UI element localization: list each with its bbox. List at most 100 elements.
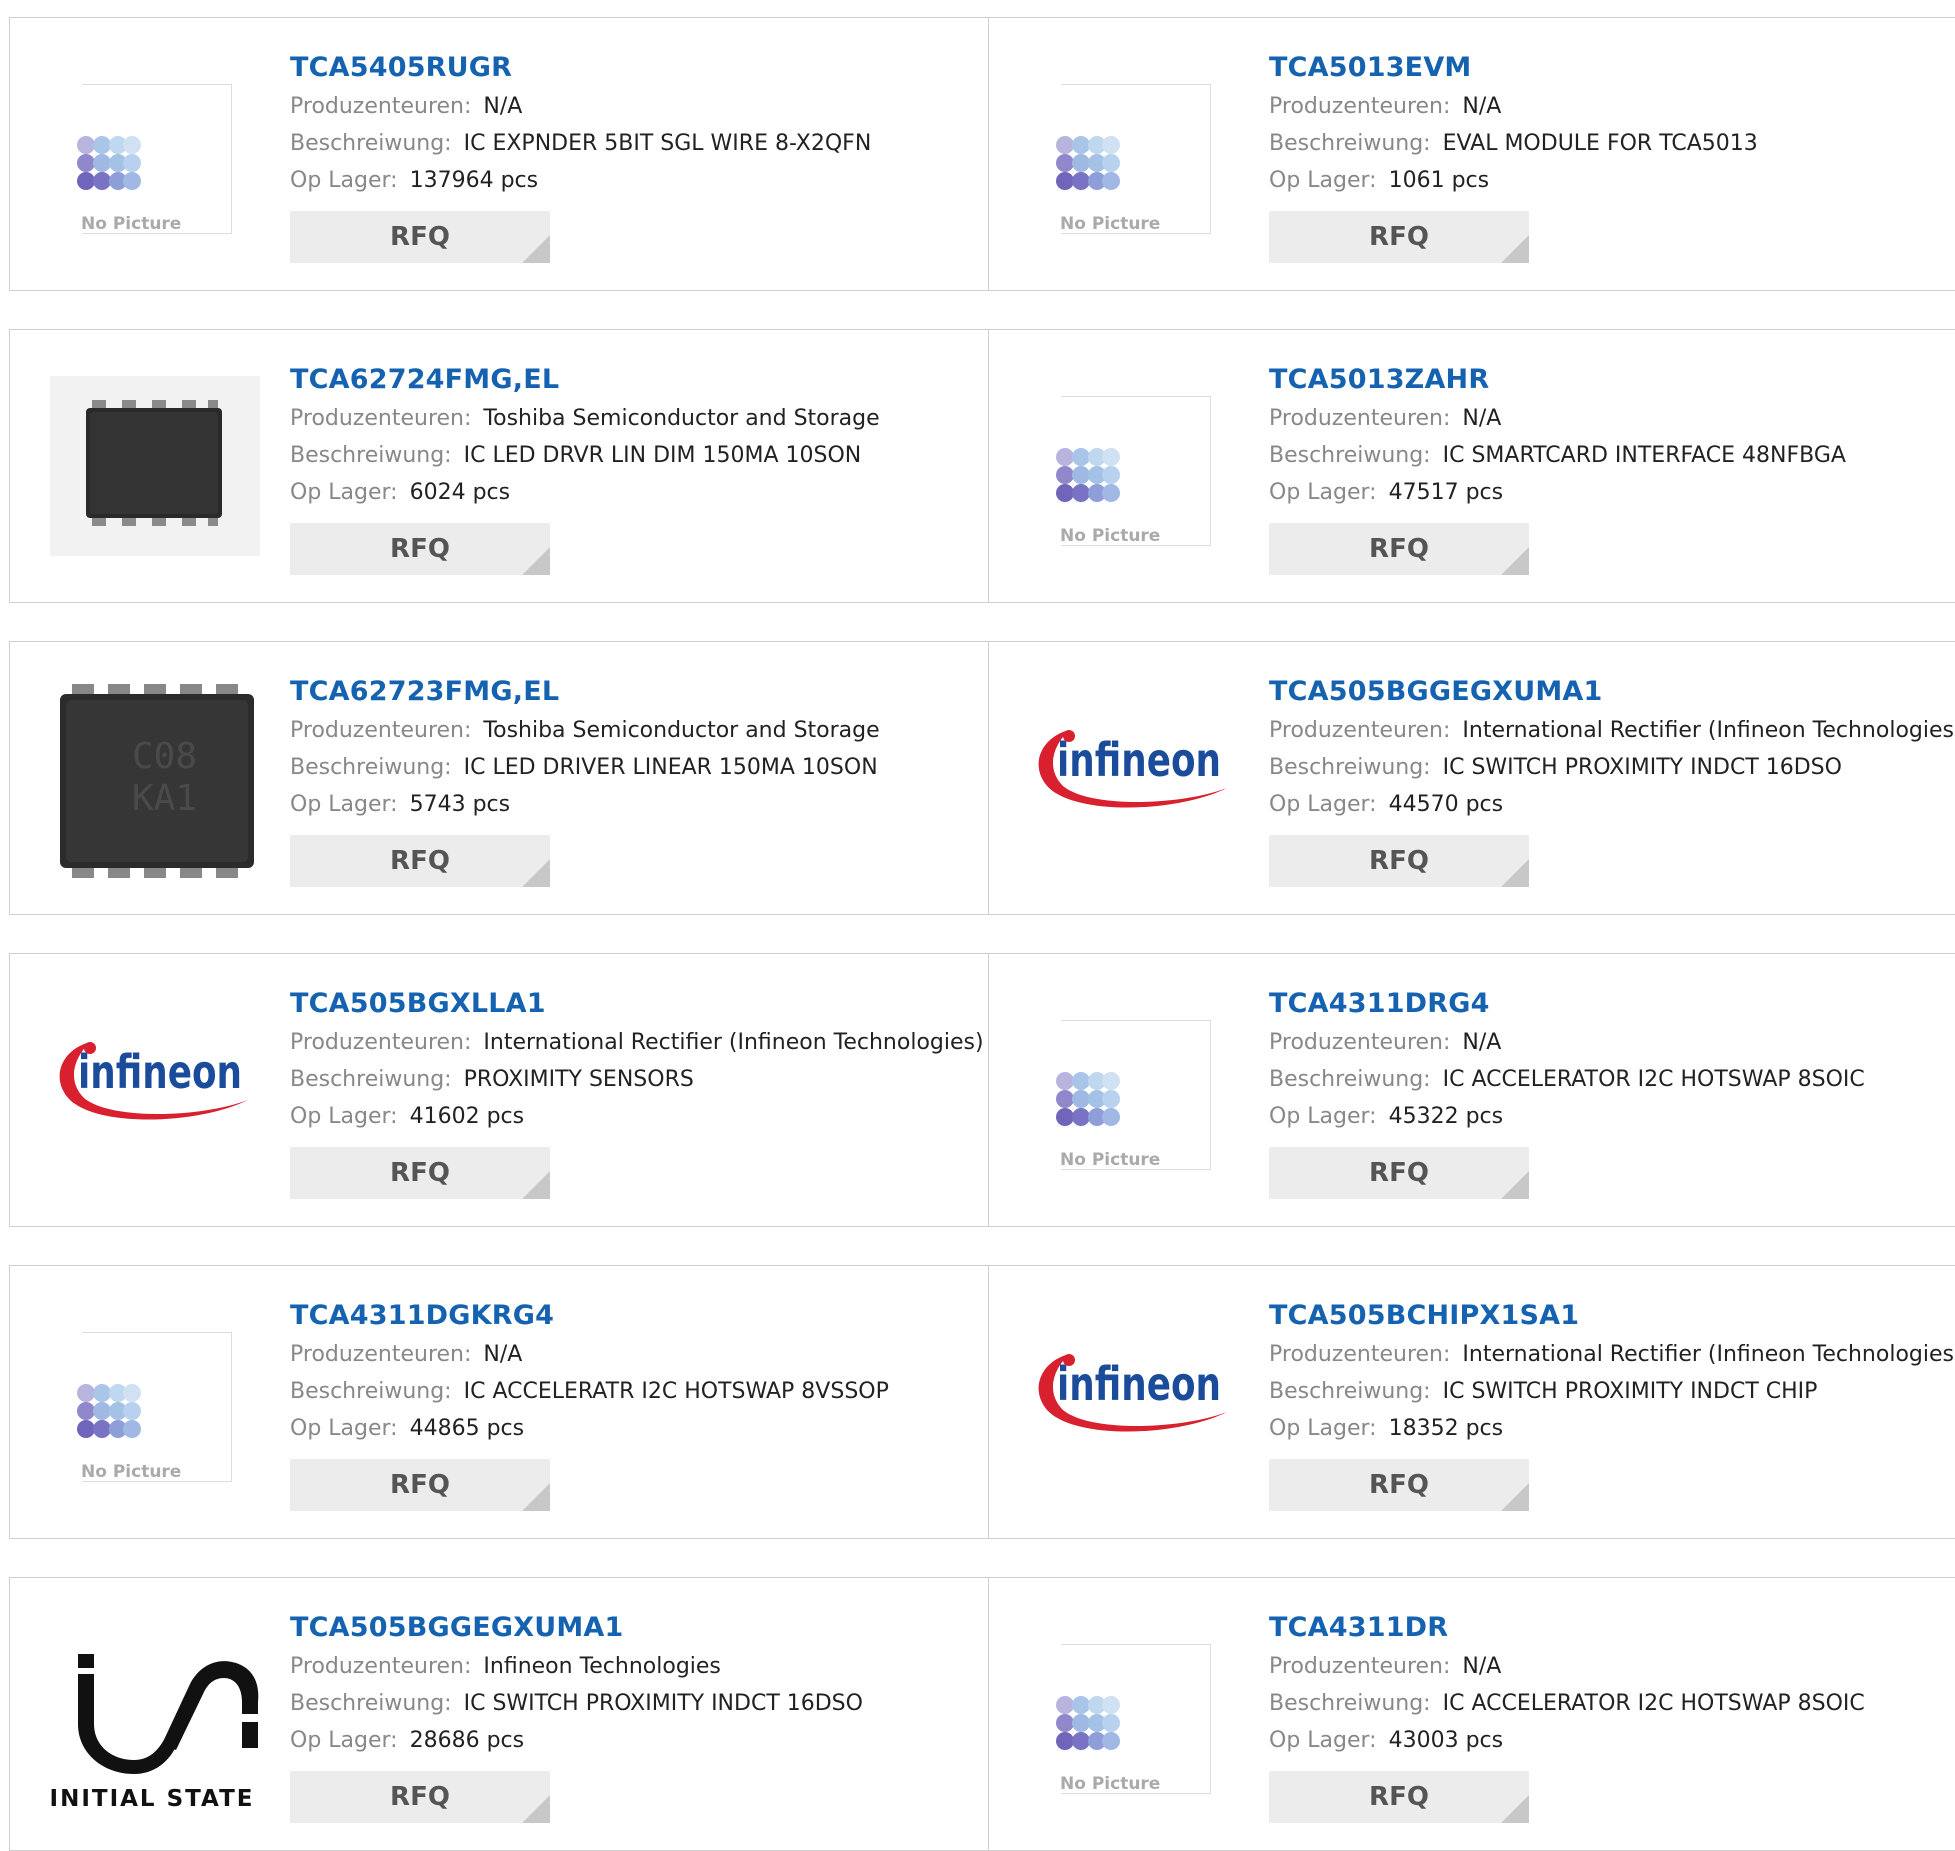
part-number-link[interactable]: TCA5013EVM <box>1269 48 1955 88</box>
rfq-button[interactable]: RFQ <box>290 1771 550 1823</box>
manufacturer-value: N/A <box>483 94 523 119</box>
stock-label: Op Lager: <box>290 792 398 817</box>
rfq-label: RFQ <box>1369 534 1429 564</box>
stock-label: Op Lager: <box>1269 480 1377 505</box>
manufacturer-value: Toshiba Semiconductor and Storage <box>483 406 880 431</box>
stock-row: Op Lager: 41602 pcs <box>290 1098 988 1135</box>
manufacturer-row: Produzenteuren: N/A <box>290 1336 988 1373</box>
manufacturer-value: Infineon Technologies <box>483 1654 721 1679</box>
part-number-link[interactable]: TCA62723FMG,EL <box>290 672 988 712</box>
rfq-label: RFQ <box>390 222 450 252</box>
rfq-button[interactable]: RFQ <box>1269 523 1529 575</box>
part-number-link[interactable]: TCA505BGXLLA1 <box>290 984 988 1024</box>
corner-triangle-icon <box>1501 859 1529 887</box>
product-info: TCA62724FMG,EL Produzenteuren: Toshiba Sem… <box>290 360 988 575</box>
rfq-button[interactable]: RFQ <box>290 211 550 263</box>
rfq-button[interactable]: RFQ <box>1269 1771 1529 1823</box>
product-thumbnail[interactable]: No Picture <box>50 64 260 244</box>
manufacturer-label: Produzenteuren: <box>290 406 472 431</box>
part-number-link[interactable]: TCA505BGGEGXUMA1 <box>1269 672 1955 712</box>
corner-triangle-icon <box>1501 1171 1529 1199</box>
stock-value: 43003 pcs <box>1388 1728 1504 1753</box>
description-row: Beschreiwung: IC SWITCH PROXIMITY INDCT C… <box>1269 1373 1955 1410</box>
corner-triangle-icon <box>1501 1795 1529 1823</box>
rfq-button[interactable]: RFQ <box>1269 211 1529 263</box>
part-number-link[interactable]: TCA5013ZAHR <box>1269 360 1955 400</box>
rfq-button[interactable]: RFQ <box>290 1459 550 1511</box>
manufacturer-label: Produzenteuren: <box>1269 406 1451 431</box>
rfq-button[interactable]: RFQ <box>290 835 550 887</box>
product-thumbnail[interactable]: No Picture <box>1029 1000 1239 1180</box>
product-thumbnail[interactable]: No Picture <box>1029 376 1239 556</box>
part-number-link[interactable]: TCA505BCHIPX1SA1 <box>1269 1296 1955 1336</box>
rfq-label: RFQ <box>390 1470 450 1500</box>
product-thumbnail[interactable]: No Picture <box>1029 64 1239 244</box>
product-row: INITIAL STATE TCA505BGGEGXUMA1 Produzente… <box>9 1577 1955 1851</box>
stock-label: Op Lager: <box>1269 1416 1377 1441</box>
product-thumbnail[interactable]: infineon <box>1029 688 1239 868</box>
product-thumbnail[interactable]: C08 KA1 <box>42 670 272 890</box>
stock-label: Op Lager: <box>290 480 398 505</box>
manufacturer-label: Produzenteuren: <box>290 94 472 119</box>
product-info: TCA505BGGEGXUMA1 Produzenteuren: Internati… <box>1269 672 1955 887</box>
rfq-button[interactable]: RFQ <box>290 523 550 575</box>
product-card: No Picture TCA4311DRG4 Produzenteuren: N/A… <box>989 954 1955 1226</box>
product-info: TCA62723FMG,EL Produzenteuren: Toshiba Sem… <box>290 672 988 887</box>
product-card: No Picture TCA4311DGKRG4 Produzenteuren: N… <box>10 1266 989 1538</box>
no-picture-icon <box>77 136 141 190</box>
product-card: infineon TCA505BGGEGXUMA1 Produzenteuren:… <box>989 642 1955 914</box>
corner-triangle-icon <box>522 1483 550 1511</box>
description-value: IC SMARTCARD INTERFACE 48NFBGA <box>1442 443 1846 468</box>
product-thumbnail[interactable]: INITIAL STATE <box>50 1624 260 1812</box>
rfq-label: RFQ <box>390 1782 450 1812</box>
rfq-button[interactable]: RFQ <box>290 1147 550 1199</box>
description-label: Beschreiwung: <box>1269 1379 1431 1404</box>
stock-row: Op Lager: 44865 pcs <box>290 1410 988 1447</box>
manufacturer-label: Produzenteuren: <box>290 1654 472 1679</box>
product-card: No Picture TCA5013ZAHR Produzenteuren: N/A… <box>989 330 1955 602</box>
product-row: infineon TCA505BGXLLA1 Produzenteuren: Int… <box>9 953 1955 1227</box>
infineon-logo: infineon <box>59 1042 248 1120</box>
initial-state-logo: INITIAL STATE <box>50 1654 259 1812</box>
product-thumbnail[interactable]: infineon <box>1029 1312 1239 1492</box>
description-value: EVAL MODULE FOR TCA5013 <box>1442 131 1758 156</box>
stock-row: Op Lager: 47517 pcs <box>1269 474 1955 511</box>
product-card: infineon TCA505BGXLLA1 Produzenteuren: Int… <box>10 954 989 1226</box>
part-number-link[interactable]: TCA5405RUGR <box>290 48 988 88</box>
manufacturer-value: N/A <box>483 1342 523 1367</box>
rfq-label: RFQ <box>390 534 450 564</box>
product-info: TCA4311DRG4 Produzenteuren: N/A Beschreiwun… <box>1269 984 1955 1199</box>
stock-value: 18352 pcs <box>1388 1416 1504 1441</box>
part-number-link[interactable]: TCA4311DR <box>1269 1608 1955 1648</box>
stock-row: Op Lager: 5743 pcs <box>290 786 988 823</box>
product-info: TCA5013EVM Produzenteuren: N/A Beschreiwung… <box>1269 48 1955 263</box>
no-picture-label: No Picture <box>1060 1774 1161 1794</box>
manufacturer-label: Produzenteuren: <box>290 1030 472 1055</box>
part-number-link[interactable]: TCA62724FMG,EL <box>290 360 988 400</box>
stock-value: 1061 pcs <box>1388 168 1490 193</box>
part-number-link[interactable]: TCA4311DGKRG4 <box>290 1296 988 1336</box>
product-thumbnail[interactable]: No Picture <box>50 1312 260 1492</box>
manufacturer-row: Produzenteuren: N/A <box>1269 1648 1955 1685</box>
product-thumbnail[interactable]: infineon <box>50 1000 260 1180</box>
product-info: TCA505BCHIPX1SA1 Produzenteuren: Internati… <box>1269 1296 1955 1511</box>
no-picture-icon <box>1056 448 1120 502</box>
product-row: No Picture TCA4311DGKRG4 Produzenteuren: N… <box>9 1265 1955 1539</box>
product-thumbnail[interactable]: No Picture <box>1029 1624 1239 1804</box>
stock-row: Op Lager: 1061 pcs <box>1269 162 1955 199</box>
description-label: Beschreiwung: <box>1269 1691 1431 1716</box>
product-thumbnail[interactable] <box>50 376 260 556</box>
description-row: Beschreiwung: IC ACCELERATOR I2C HOTSWAP … <box>1269 1061 1955 1098</box>
rfq-button[interactable]: RFQ <box>1269 1459 1529 1511</box>
description-label: Beschreiwung: <box>290 1379 452 1404</box>
rfq-button[interactable]: RFQ <box>1269 835 1529 887</box>
rfq-button[interactable]: RFQ <box>1269 1147 1529 1199</box>
part-number-link[interactable]: TCA505BGGEGXUMA1 <box>290 1608 988 1648</box>
description-row: Beschreiwung: IC SWITCH PROXIMITY INDCT 1… <box>1269 749 1955 786</box>
no-picture-placeholder: No Picture <box>77 1332 232 1482</box>
rfq-label: RFQ <box>390 846 450 876</box>
description-row: Beschreiwung: IC LED DRVR LIN DIM 150MA 1… <box>290 437 988 474</box>
no-picture-placeholder: No Picture <box>1056 1020 1211 1170</box>
part-number-link[interactable]: TCA4311DRG4 <box>1269 984 1955 1024</box>
no-picture-icon <box>1056 136 1120 190</box>
